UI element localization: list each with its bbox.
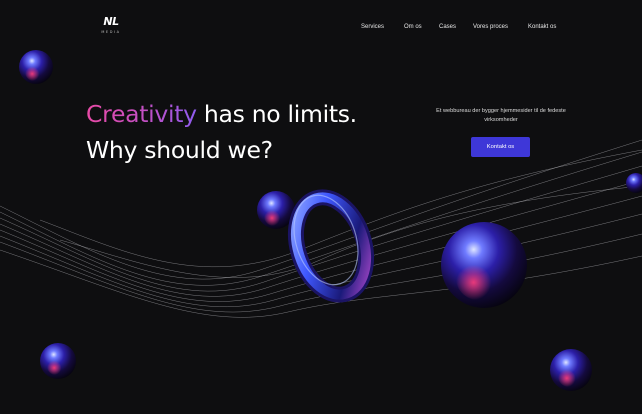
sphere-bottom-right [550, 349, 592, 391]
nav-item-services[interactable]: Services [361, 24, 384, 30]
hero-title-rest: has no limits. [196, 100, 357, 128]
nav-item-kontakt-os[interactable]: Kontakt os [528, 24, 556, 30]
hero-title-line-2: Why should we? [86, 136, 273, 164]
sphere-top-left [19, 50, 53, 84]
hero-tagline: Et webbureau der bygger hjemmesider til … [436, 108, 566, 123]
hero-title: Creativity has no limits. Why should we? [86, 96, 357, 168]
hero-title-line-1: Creativity has no limits. [86, 100, 357, 128]
main-navigation: Services Om os Cases Vores proces Kontak… [0, 24, 642, 36]
hero-title-highlight: Creativity [86, 100, 197, 128]
sphere-far-right [626, 173, 642, 193]
nav-item-cases[interactable]: Cases [439, 24, 456, 30]
sphere-right-large [441, 222, 527, 308]
nav-item-vores-proces[interactable]: Vores proces [473, 24, 508, 30]
sphere-bottom-left [40, 343, 76, 379]
landing-page: NL MEDIA Services Om os Cases Vores proc… [0, 0, 642, 414]
nav-item-om-os[interactable]: Om os [404, 24, 422, 30]
contact-button[interactable]: Kontakt os [471, 137, 530, 157]
hero-background-art [0, 50, 642, 391]
